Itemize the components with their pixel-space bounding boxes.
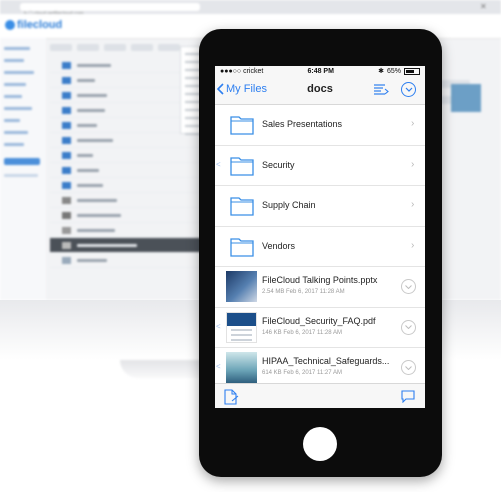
file-name: FileCloud_Security_FAQ.pdf — [262, 315, 376, 326]
new-document-icon — [224, 389, 239, 405]
folder-name: Vendors — [262, 240, 296, 251]
navigation-bar: My Files docs — [215, 76, 425, 105]
folder-row-vendors[interactable]: Vendors › — [215, 227, 425, 267]
filecloud-logo-text: filecloud — [17, 19, 63, 31]
filecloud-logo-icon — [5, 20, 15, 30]
status-right-group: ✱ 65% — [378, 67, 420, 75]
phone-screen: ●●●○○ cricket 6:48 PM ✱ 65% My Files doc… — [215, 66, 425, 408]
bottom-toolbar — [215, 383, 425, 408]
chevron-down-icon — [405, 365, 412, 370]
page-title: docs — [307, 83, 333, 95]
folder-icon — [230, 156, 254, 176]
status-bar: ●●●○○ cricket 6:48 PM ✱ 65% — [215, 66, 425, 76]
chat-bubble-icon — [401, 390, 415, 404]
file-meta: 614 KB Feb 6, 2017 11:27 AM — [262, 370, 342, 376]
chevron-right-icon: › — [411, 239, 415, 251]
file-name: HIPAA_Technical_Safeguards... — [262, 356, 390, 366]
file-row-talking-points[interactable]: FileCloud Talking Points.pptx 2.54 MB Fe… — [215, 267, 425, 308]
swipe-hint-icon: < — [216, 362, 221, 371]
file-name: FileCloud Talking Points.pptx — [262, 275, 378, 285]
chevron-right-icon: › — [411, 158, 415, 170]
status-time: 6:48 PM — [307, 67, 334, 75]
folder-icon — [230, 197, 254, 216]
folder-name: Security — [262, 159, 295, 170]
chevron-right-icon: › — [411, 118, 415, 129]
comment-button[interactable] — [401, 390, 415, 408]
presentation-thumb — [226, 271, 257, 302]
folder-row-sales-presentations[interactable]: Sales Presentations › — [215, 105, 425, 146]
file-options-button[interactable] — [401, 319, 416, 335]
file-row-security-faq[interactable]: < FileCloud_Security_FAQ.pdf 146 KB Feb … — [215, 308, 425, 348]
desktop-sidebar — [0, 38, 46, 300]
filecloud-logo: filecloud — [5, 19, 62, 31]
swipe-hint-icon: < — [216, 159, 221, 169]
file-meta: 2.54 MB Feb 6, 2017 11:28 AM — [262, 289, 345, 295]
battery-icon — [403, 67, 420, 75]
sort-list-icon — [374, 84, 389, 95]
folder-icon — [230, 116, 254, 135]
carrier-signal: ●●●○○ cricket — [220, 67, 264, 75]
file-meta: 146 KB Feb 6, 2017 11:28 AM — [262, 329, 342, 336]
pdf-thumb — [226, 311, 257, 343]
home-button[interactable] — [303, 427, 337, 461]
chevron-down-icon — [405, 87, 412, 92]
folder-name: Sales Presentations — [262, 119, 343, 129]
folder-row-security[interactable]: < Security › — [215, 146, 425, 186]
swipe-hint-icon: < — [216, 321, 221, 331]
phone-device: ●●●○○ cricket 6:48 PM ✱ 65% My Files doc… — [199, 29, 442, 477]
folder-row-supply-chain[interactable]: Supply Chain › — [215, 186, 425, 227]
more-options-button[interactable] — [401, 82, 416, 97]
browser-tab-bar: h ☐ cloud.getfilecloud.com ✕ — [0, 0, 501, 17]
new-file-button[interactable] — [223, 389, 239, 408]
close-icon: ✕ — [480, 2, 487, 11]
file-options-button[interactable] — [401, 279, 416, 294]
bluetooth-icon: ✱ — [378, 68, 384, 75]
chevron-down-icon — [405, 325, 412, 329]
chevron-down-icon — [405, 284, 412, 289]
battery-percent: 65% — [386, 67, 401, 75]
file-options-button[interactable] — [401, 360, 416, 375]
chevron-right-icon: › — [411, 199, 415, 210]
document-thumb — [226, 352, 257, 383]
file-list: Sales Presentations › < Security › Suppl… — [215, 105, 425, 389]
sort-list-button[interactable] — [373, 83, 389, 99]
folder-icon — [230, 237, 254, 257]
desktop-preview-panel — [440, 80, 481, 230]
browser-url-bar: h ☐ cloud.getfilecloud.com — [20, 3, 200, 17]
folder-name: Supply Chain — [262, 200, 316, 210]
